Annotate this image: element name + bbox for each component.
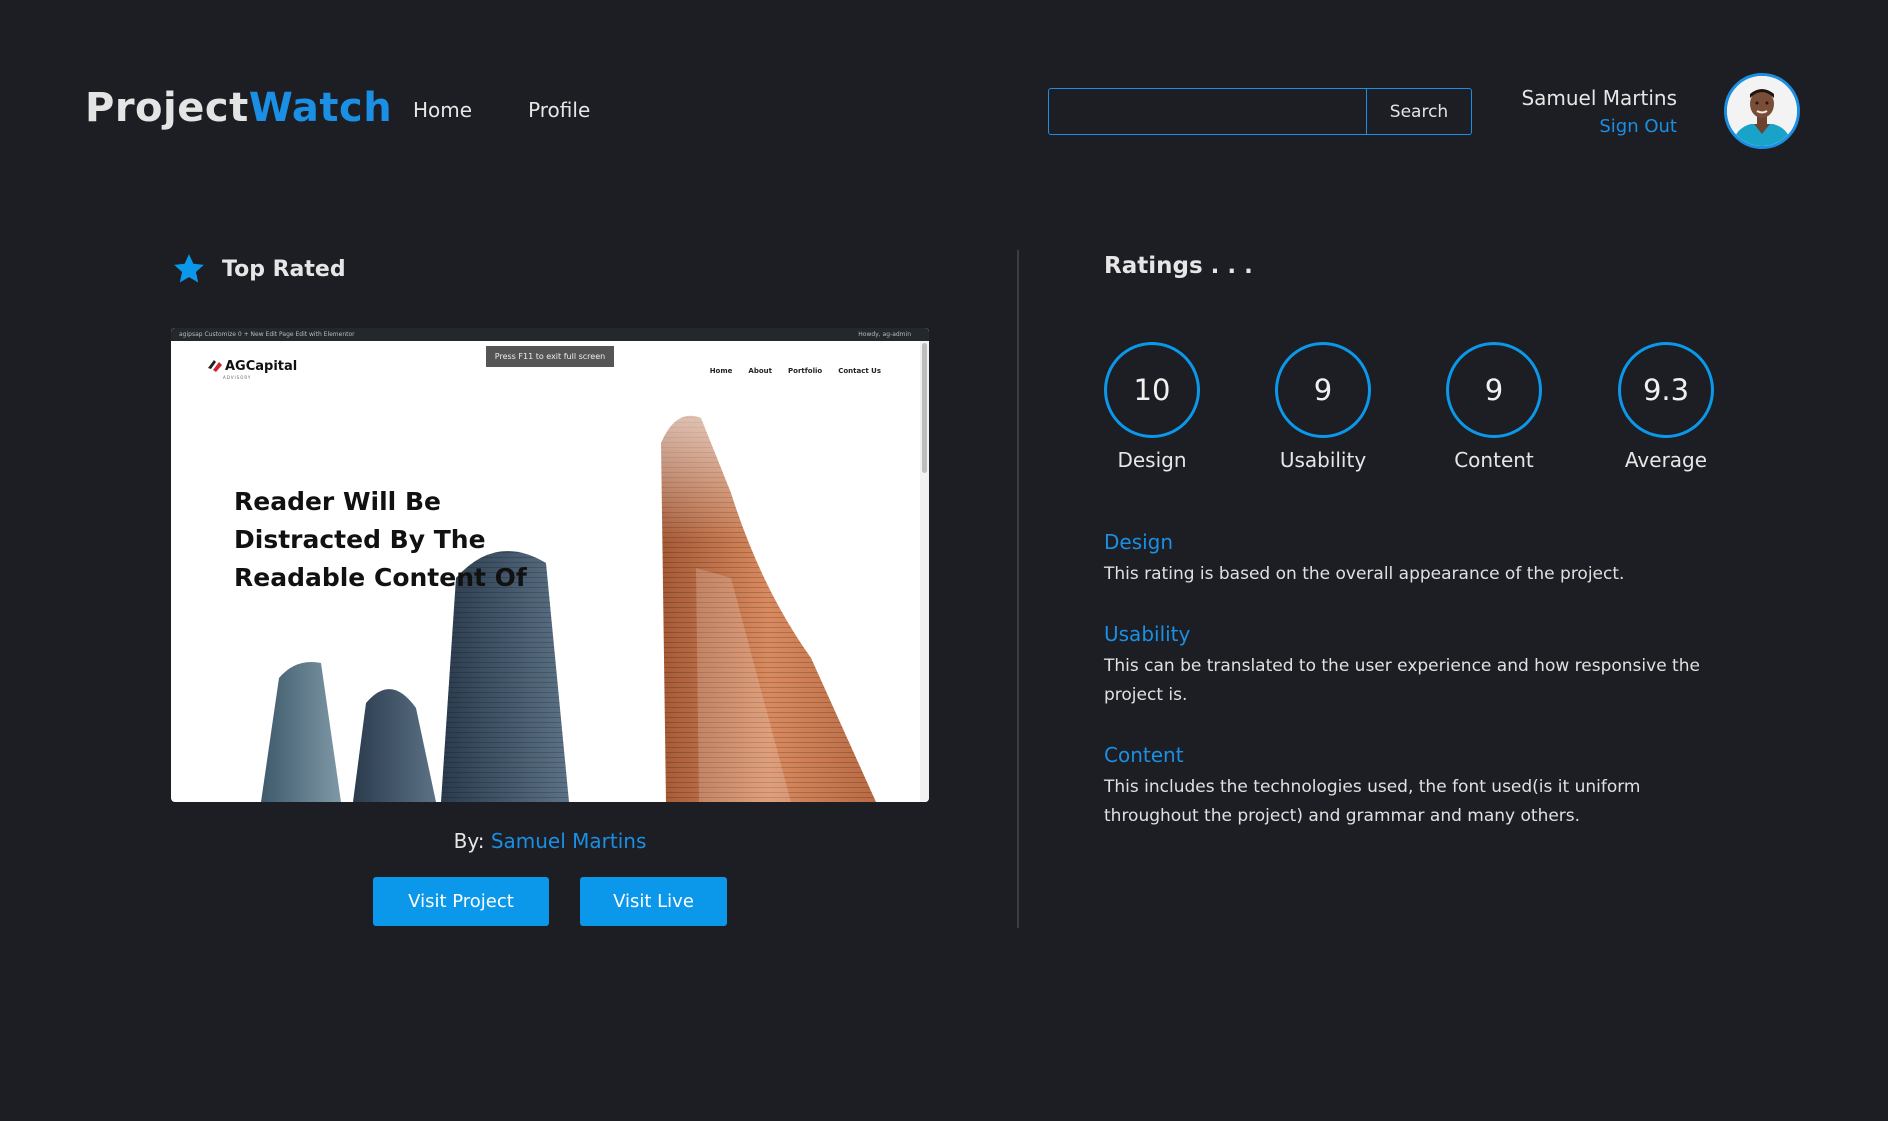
preview-headline-line: Reader Will Be <box>234 487 441 516</box>
project-preview-image[interactable]: agipsap Customize 0 + New Edit Page Edit… <box>171 328 929 802</box>
rating-description-usability: Usability This can be translated to the … <box>1104 622 1724 710</box>
rating-circle: 10 <box>1104 342 1200 438</box>
rating-label: Design <box>1117 448 1187 472</box>
logo-project: Project <box>85 85 249 131</box>
description-text: This can be translated to the user exper… <box>1104 656 1700 705</box>
wp-admin-bar: agipsap Customize 0 + New Edit Page Edit… <box>171 328 929 341</box>
search-input[interactable] <box>1049 89 1366 134</box>
description-title: Design <box>1104 530 1174 554</box>
preview-scrollbar <box>920 341 929 802</box>
preview-menu-item: Portfolio <box>788 367 823 375</box>
main-nav: Home Profile <box>413 98 590 122</box>
user-name: Samuel Martins <box>1521 86 1677 110</box>
preview-headline: Reader Will Be Distracted By The Readabl… <box>234 483 527 597</box>
top-rated-title: Top Rated <box>222 256 346 282</box>
preview-brand: AGCapital ADVISORY <box>207 358 298 380</box>
preview-menu: Home About Portfolio Contact Us <box>710 367 881 375</box>
nav-profile[interactable]: Profile <box>528 98 590 122</box>
rating-circle: 9 <box>1275 342 1371 438</box>
rating-average: 9.3 Average <box>1596 342 1736 472</box>
user-photo-icon <box>1727 76 1797 146</box>
preview-brand-name: AGCapital <box>225 358 298 374</box>
nav-home[interactable]: Home <box>413 98 472 122</box>
preview-headline-line: Readable Content Of <box>234 563 527 592</box>
ag-logo-icon <box>208 360 222 372</box>
project-author: By: Samuel Martins <box>171 829 929 853</box>
preview-menu-item: Contact Us <box>838 367 881 375</box>
rating-label: Content <box>1454 448 1534 472</box>
visit-live-button[interactable]: Visit Live <box>580 877 727 926</box>
rating-description-design: Design This rating is based on the overa… <box>1104 530 1724 589</box>
description-title: Usability <box>1104 622 1191 646</box>
ratings-title: Ratings . . . <box>1104 253 1253 279</box>
user-info: Samuel Martins Sign Out <box>1521 86 1677 137</box>
rating-description-content: Content This includes the technologies u… <box>1104 743 1724 831</box>
visit-project-button[interactable]: Visit Project <box>373 877 549 926</box>
top-rated-heading: Top Rated <box>172 252 346 286</box>
admin-bar-left: agipsap Customize 0 + New Edit Page Edit… <box>179 331 355 338</box>
description-text: This includes the technologies used, the… <box>1104 777 1641 826</box>
rating-design: 10 Design <box>1082 342 1222 472</box>
rating-circle: 9 <box>1446 342 1542 438</box>
sign-out-link[interactable]: Sign Out <box>1521 116 1677 137</box>
preview-headline-line: Distracted By The <box>234 525 486 554</box>
preview-brand-tagline: ADVISORY <box>223 375 252 380</box>
rating-content: 9 Content <box>1424 342 1564 472</box>
description-title: Content <box>1104 743 1184 767</box>
description-text: This rating is based on the overall appe… <box>1104 564 1625 584</box>
preview-menu-item: About <box>748 367 772 375</box>
admin-bar-right: Howdy, ag-admin <box>858 331 911 338</box>
preview-menu-item: Home <box>709 367 733 375</box>
by-label: By: <box>453 829 485 853</box>
rating-usability: 9 Usability <box>1253 342 1393 472</box>
search-bar: Search <box>1048 88 1472 135</box>
logo-watch: Watch <box>248 85 393 131</box>
fullscreen-hint: Press F11 to exit full screen <box>486 346 614 367</box>
search-button[interactable]: Search <box>1366 89 1471 134</box>
author-link[interactable]: Samuel Martins <box>491 829 647 853</box>
logo[interactable]: ProjectWatch <box>85 85 392 131</box>
rating-label: Average <box>1624 448 1708 472</box>
vertical-divider <box>1017 250 1019 928</box>
star-icon <box>174 254 204 283</box>
avatar[interactable] <box>1724 73 1800 149</box>
rating-circle: 9.3 <box>1618 342 1714 438</box>
rating-label: Usability <box>1279 448 1367 472</box>
